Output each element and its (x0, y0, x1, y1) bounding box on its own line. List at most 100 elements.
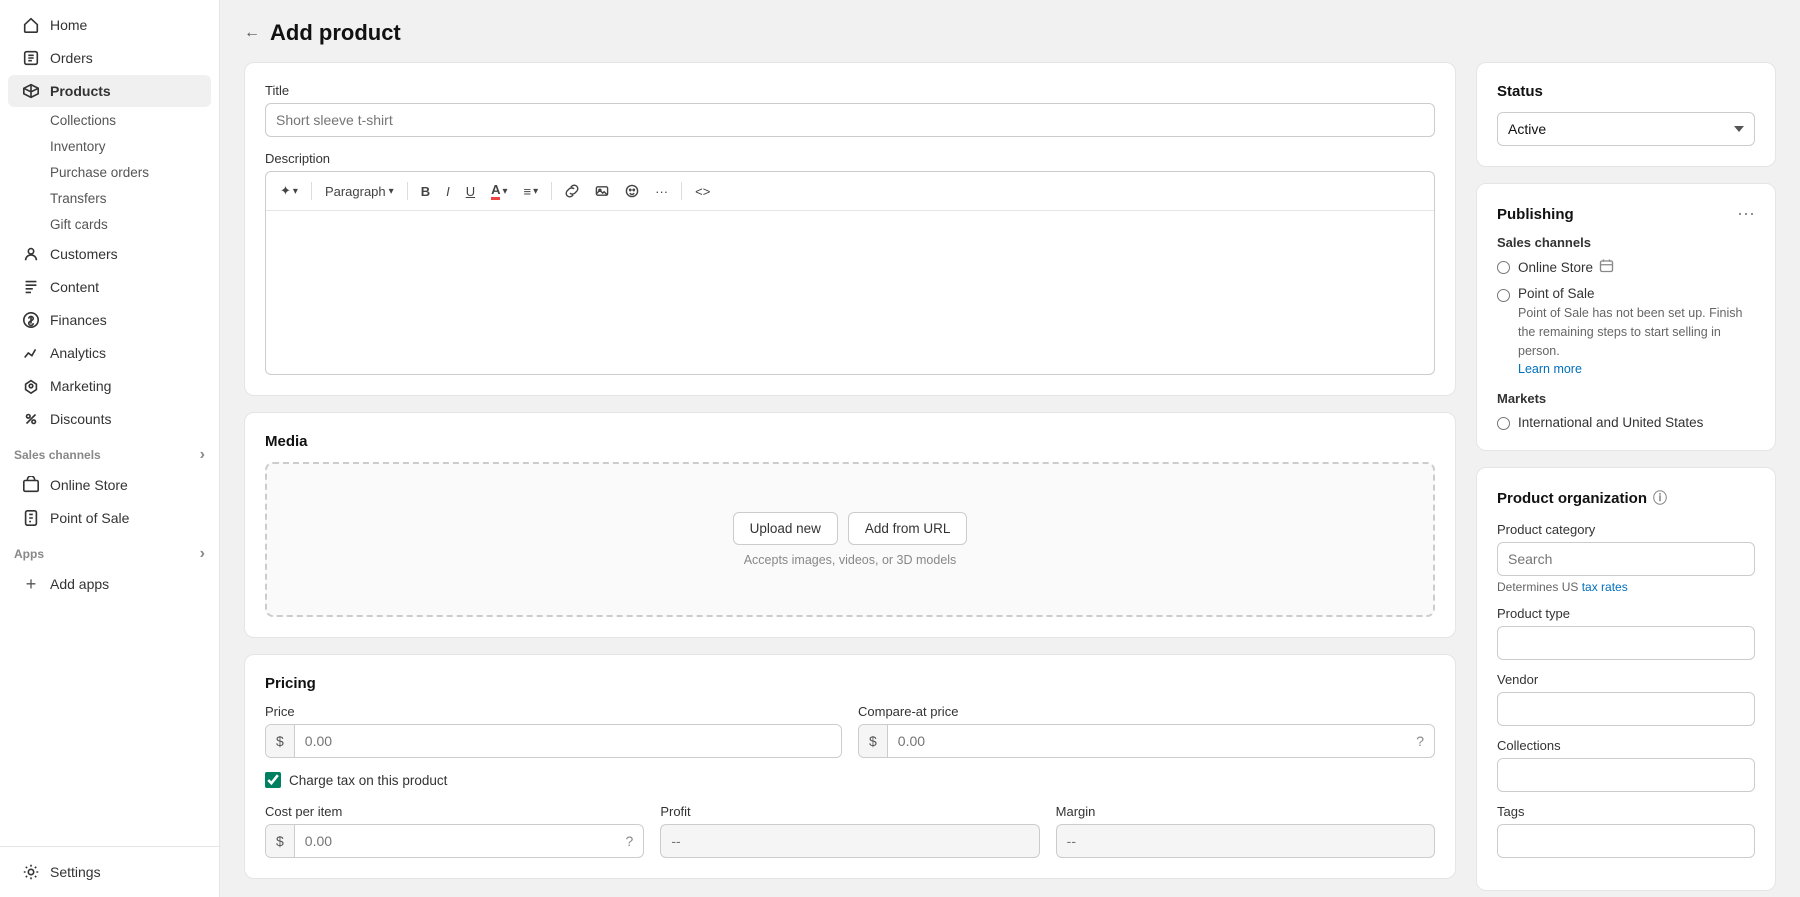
charge-tax-row: Charge tax on this product (265, 772, 1435, 788)
content-layout: Title Description ✦ ▾ Paragraph (244, 62, 1776, 891)
tax-rates-link[interactable]: tax rates (1582, 580, 1628, 594)
paragraph-selector[interactable]: Paragraph ▾ (319, 180, 400, 203)
price-field: Price $ (265, 704, 842, 758)
online-store-calendar-icon[interactable] (1599, 258, 1614, 276)
publishing-more-btn[interactable]: ⋯ (1737, 204, 1755, 225)
compare-help-icon[interactable]: ? (1406, 733, 1434, 749)
tags-label: Tags (1497, 804, 1755, 819)
channel-online-store: Online Store (1497, 258, 1755, 276)
customers-icon (22, 245, 40, 263)
link-btn[interactable] (559, 180, 585, 202)
code-btn[interactable]: <> (689, 180, 716, 203)
sidebar-item-customers[interactable]: Customers (8, 238, 211, 270)
finances-icon (22, 311, 40, 329)
cost-profit-margin-row: Cost per item $ ? Profit Margin (265, 804, 1435, 858)
text-color-btn[interactable]: A ▾ (485, 178, 513, 204)
sidebar-item-pos[interactable]: Point of Sale (8, 502, 211, 534)
sidebar-item-finances-label: Finances (50, 312, 107, 328)
pricing-title: Pricing (265, 675, 1435, 692)
sidebar-item-orders[interactable]: Orders (8, 42, 211, 74)
sidebar-item-marketing[interactable]: Marketing (8, 370, 211, 402)
market-radio[interactable] (1497, 417, 1510, 430)
sidebar-item-add-apps-label: Add apps (50, 576, 109, 592)
collections-input[interactable] (1497, 758, 1755, 792)
compare-input[interactable] (888, 725, 1406, 757)
bold-btn[interactable]: B (415, 180, 436, 203)
ai-toolbar-btn[interactable]: ✦ ▾ (274, 179, 304, 203)
product-type-input[interactable] (1497, 626, 1755, 660)
price-input-wrap: $ (265, 724, 842, 758)
underline-btn[interactable]: U (460, 180, 481, 203)
sales-channels-expand-icon[interactable]: › (200, 446, 205, 464)
main-content: ← Add product Title Description ✦ ▾ (220, 0, 1800, 897)
category-input[interactable] (1497, 542, 1755, 576)
product-org-info-icon[interactable]: ⓘ (1653, 488, 1667, 508)
charge-tax-label[interactable]: Charge tax on this product (289, 773, 447, 788)
vendor-input[interactable] (1497, 692, 1755, 726)
sidebar-sub-collections[interactable]: Collections (42, 108, 219, 133)
back-button[interactable]: ← (244, 24, 260, 42)
description-textarea[interactable] (266, 211, 1434, 371)
price-input[interactable] (295, 725, 841, 757)
discounts-icon (22, 410, 40, 428)
collections-label: Collections (1497, 738, 1755, 753)
sidebar-item-finances[interactable]: Finances (8, 304, 211, 336)
apps-expand-icon[interactable]: › (200, 545, 205, 563)
sidebar-item-add-apps[interactable]: + Add apps (8, 568, 211, 600)
margin-input[interactable] (1056, 824, 1435, 858)
image-toolbar-btn[interactable] (589, 180, 615, 202)
title-input[interactable] (265, 103, 1435, 137)
publishing-title: Publishing (1497, 206, 1574, 223)
sidebar-sub-transfers[interactable]: Transfers (42, 186, 219, 211)
sidebar-sub-purchase-orders[interactable]: Purchase orders (42, 160, 219, 185)
tags-input[interactable] (1497, 824, 1755, 858)
sidebar-item-pos-label: Point of Sale (50, 510, 129, 526)
sidebar-item-home[interactable]: Home (8, 9, 211, 41)
cost-input-wrap: $ ? (265, 824, 644, 858)
sidebar-sub-inventory[interactable]: Inventory (42, 134, 219, 159)
apps-section-label: Apps › (0, 535, 219, 567)
emoji-btn[interactable] (619, 180, 645, 202)
compare-input-wrap: $ ? (858, 724, 1435, 758)
sidebar-item-settings-label: Settings (50, 864, 101, 880)
sidebar-item-home-label: Home (50, 17, 87, 33)
toolbar-divider-2 (407, 182, 408, 200)
channel-online-store-radio[interactable] (1497, 261, 1510, 274)
sidebar-sub-gift-cards[interactable]: Gift cards (42, 212, 219, 237)
category-field: Product category Determines US tax rates (1497, 522, 1755, 594)
channel-pos-desc: Point of Sale has not been set up. Finis… (1518, 304, 1755, 379)
status-select[interactable]: Active Draft Archived (1497, 112, 1755, 146)
compare-field: Compare-at price $ ? (858, 704, 1435, 758)
sidebar-item-content[interactable]: Content (8, 271, 211, 303)
content-icon (22, 278, 40, 296)
toolbar-divider-4 (681, 182, 682, 200)
sidebar-item-products[interactable]: Products (8, 75, 211, 107)
price-prefix: $ (266, 725, 295, 757)
add-from-url-btn[interactable]: Add from URL (848, 512, 968, 545)
channel-pos-learn-more[interactable]: Learn more (1518, 362, 1582, 376)
cost-help-icon[interactable]: ? (616, 833, 644, 849)
italic-btn[interactable]: I (440, 180, 456, 203)
title-card: Title Description ✦ ▾ Paragraph (244, 62, 1456, 396)
charge-tax-checkbox[interactable] (265, 772, 281, 788)
sidebar-item-content-label: Content (50, 279, 99, 295)
sidebar-item-discounts[interactable]: Discounts (8, 403, 211, 435)
profit-input[interactable] (660, 824, 1039, 858)
status-title: Status (1497, 83, 1755, 100)
sidebar-item-analytics[interactable]: Analytics (8, 337, 211, 369)
channel-pos-radio[interactable] (1497, 289, 1510, 302)
sidebar-item-orders-label: Orders (50, 50, 93, 66)
product-type-label: Product type (1497, 606, 1755, 621)
sidebar-item-online-store[interactable]: Online Store (8, 469, 211, 501)
media-title: Media (265, 433, 1435, 450)
media-upload-area: Upload new Add from URL Accepts images, … (265, 462, 1435, 617)
orders-icon (22, 49, 40, 67)
tax-note: Determines US tax rates (1497, 580, 1755, 594)
cost-input[interactable] (295, 825, 616, 857)
align-btn[interactable]: ≡ ▾ (518, 180, 545, 203)
upload-new-btn[interactable]: Upload new (733, 512, 838, 545)
settings-icon (22, 863, 40, 881)
more-btn[interactable]: ··· (649, 180, 674, 203)
content-right: Status Active Draft Archived Publishing … (1476, 62, 1776, 891)
sidebar-item-settings[interactable]: Settings (8, 856, 211, 888)
